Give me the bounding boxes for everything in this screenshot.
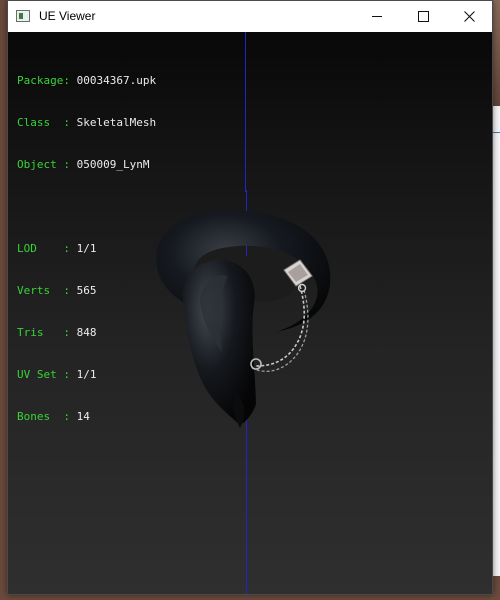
info-value: 1/1: [76, 368, 97, 381]
info-key: Package:: [17, 74, 70, 87]
maximize-icon: [417, 11, 429, 22]
info-row-class: Class : SkeletalMesh: [17, 116, 156, 130]
app-window-icon: [16, 10, 30, 22]
info-key: Tris :: [17, 326, 70, 339]
info-row-bones: Bones : 14: [17, 410, 156, 424]
close-icon: [463, 11, 475, 22]
info-key: Class :: [17, 116, 70, 129]
info-key: Bones :: [17, 410, 70, 423]
info-row-lod: LOD : 1/1: [17, 242, 156, 256]
info-value: 848: [76, 326, 97, 339]
info-value: 565: [76, 284, 97, 297]
close-button[interactable]: [446, 1, 492, 32]
info-row-tris: Tris : 848: [17, 326, 156, 340]
info-row-verts: Verts : 565: [17, 284, 156, 298]
window-title: UE Viewer: [39, 9, 96, 23]
info-row-object: Object : 050009_LynM: [17, 158, 156, 172]
info-value: 14: [76, 410, 90, 423]
info-value: SkeletalMesh: [76, 116, 157, 129]
info-key: LOD :: [17, 242, 70, 255]
info-key: UV Set :: [17, 368, 70, 381]
info-value: 00034367.upk: [76, 74, 157, 87]
ue-viewer-window[interactable]: UE Viewer Package: 00034367.upk Class: …: [7, 0, 493, 595]
info-key: Verts :: [17, 284, 70, 297]
3d-viewport[interactable]: Package: 00034367.upk Class : SkeletalMe…: [8, 32, 492, 594]
info-value: 1/1: [76, 242, 97, 255]
mesh-chain-ring: [297, 283, 307, 293]
title-bar[interactable]: UE Viewer: [8, 1, 492, 32]
minimize-button[interactable]: [354, 1, 400, 32]
minimize-icon: [372, 16, 382, 17]
maximize-button[interactable]: [400, 1, 446, 32]
info-row-package: Package: 00034367.upk: [17, 74, 156, 88]
info-key: Object :: [17, 158, 70, 171]
info-value: 050009_LynM: [76, 158, 150, 171]
info-row-uvset: UV Set : 1/1: [17, 368, 156, 382]
mesh-info-overlay: Package: 00034367.upk Class : SkeletalMe…: [17, 46, 156, 452]
